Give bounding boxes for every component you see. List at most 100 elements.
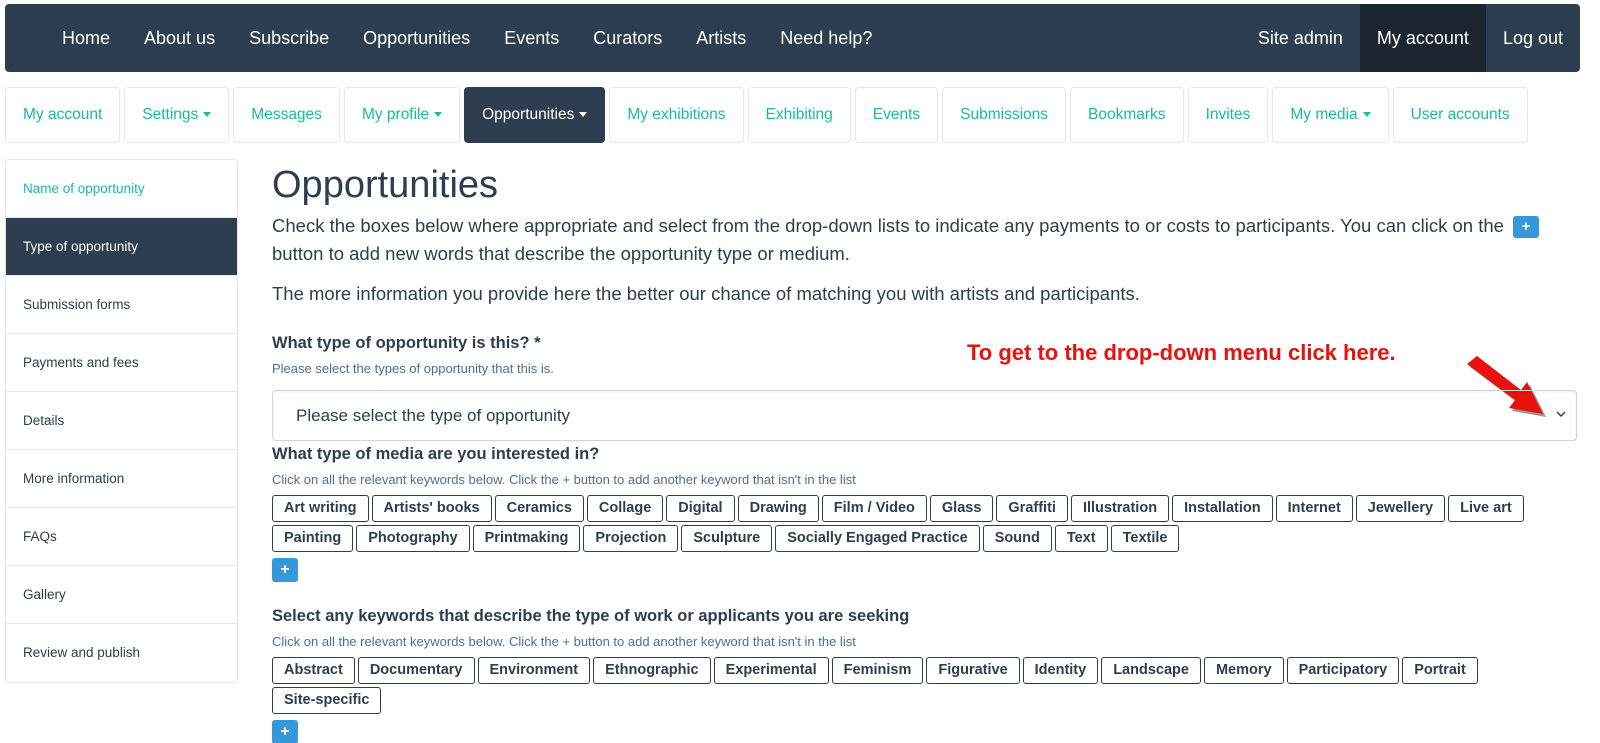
tab-label: My profile: [361, 106, 430, 123]
tab-my-media[interactable]: My media: [1272, 87, 1389, 143]
media-tag[interactable]: Socially Engaged Practice: [775, 525, 980, 552]
nav-opportunities[interactable]: Opportunities: [346, 4, 487, 72]
media-tag[interactable]: Digital: [666, 495, 735, 522]
keyword-tag[interactable]: Abstract: [272, 657, 355, 684]
nav-events[interactable]: Events: [487, 4, 576, 72]
media-tag[interactable]: Illustration: [1070, 495, 1170, 522]
page-title: Opportunities: [272, 164, 499, 206]
sidebar-item-gallery[interactable]: Gallery: [6, 566, 237, 624]
media-tag[interactable]: Artists' books: [371, 495, 492, 522]
sidebar-item-more-information[interactable]: More information: [6, 450, 237, 508]
media-tag[interactable]: Installation: [1172, 495, 1273, 522]
tab-user-accounts[interactable]: User accounts: [1392, 87, 1528, 143]
tab-label: My media: [1290, 106, 1358, 123]
account-tabs: My account Settings Messages My profile …: [5, 87, 1532, 143]
add-media-keyword-button[interactable]: +: [272, 558, 298, 582]
media-tag[interactable]: Text: [1054, 525, 1108, 552]
sidebar-item-payments-and-fees[interactable]: Payments and fees: [6, 334, 237, 392]
sidebar-item-submission-forms[interactable]: Submission forms: [6, 276, 237, 334]
tab-my-account[interactable]: My account: [5, 87, 121, 143]
intro-text: Check the boxes below where appropriate …: [272, 212, 1572, 268]
keywords-question-block: Select any keywords that describe the ty…: [272, 607, 1582, 743]
nav-my-account[interactable]: My account: [1359, 4, 1486, 72]
tab-opportunities[interactable]: Opportunities: [464, 87, 606, 143]
opportunity-type-select[interactable]: Please select the type of opportunity: [272, 390, 1577, 441]
tab-label: Settings: [142, 106, 199, 123]
intro-text-secondary: The more information you provide here th…: [272, 283, 1140, 304]
tab-settings[interactable]: Settings: [124, 87, 230, 143]
keywords-question-label: Select any keywords that describe the ty…: [272, 607, 910, 625]
keyword-tag[interactable]: Portrait: [1402, 657, 1478, 684]
sidebar-item-details[interactable]: Details: [6, 392, 237, 450]
nav-curators[interactable]: Curators: [576, 4, 679, 72]
nav-site-admin[interactable]: Site admin: [1241, 4, 1360, 72]
tab-messages[interactable]: Messages: [233, 87, 340, 143]
top-nav-left: Home About us Subscribe Opportunities Ev…: [45, 4, 889, 72]
nav-home[interactable]: Home: [45, 4, 127, 72]
media-tag[interactable]: Ceramics: [494, 495, 584, 522]
caret-down-icon: [1362, 112, 1371, 118]
media-tag[interactable]: Painting: [272, 525, 354, 552]
tab-events[interactable]: Events: [854, 87, 939, 143]
tab-bookmarks[interactable]: Bookmarks: [1070, 87, 1184, 143]
media-tag[interactable]: Drawing: [737, 495, 819, 522]
tab-invites[interactable]: Invites: [1187, 87, 1269, 143]
media-tag[interactable]: Internet: [1275, 495, 1353, 522]
media-question-block: What type of media are you interested in…: [272, 445, 1582, 582]
media-tag[interactable]: Printmaking: [472, 525, 581, 552]
nav-artists[interactable]: Artists: [679, 4, 763, 72]
keyword-tags: Abstract Documentary Environment Ethnogr…: [272, 657, 1582, 717]
keyword-tag[interactable]: Memory: [1203, 657, 1284, 684]
keyword-tag[interactable]: Feminism: [831, 657, 924, 684]
opportunity-steps-sidebar: Name of opportunity Type of opportunity …: [5, 159, 238, 683]
sidebar-item-faqs[interactable]: FAQs: [6, 508, 237, 566]
tab-my-exhibitions[interactable]: My exhibitions: [609, 87, 744, 143]
media-question-help: Click on all the relevant keywords below…: [272, 472, 856, 487]
keyword-tag[interactable]: Ethnographic: [593, 657, 711, 684]
media-tag[interactable]: Collage: [586, 495, 664, 522]
select-value: Please select the type of opportunity: [296, 406, 571, 425]
media-tag[interactable]: Live art: [1448, 495, 1524, 522]
keyword-tag[interactable]: Participatory: [1286, 657, 1400, 684]
keyword-tag[interactable]: Documentary: [357, 657, 475, 684]
tab-label: Events: [872, 106, 921, 123]
intro-text-part2: button to add new words that describe th…: [272, 243, 850, 264]
sidebar-item-type-of-opportunity[interactable]: Type of opportunity: [6, 218, 237, 276]
media-tag[interactable]: Film / Video: [821, 495, 927, 522]
tab-label: Messages: [251, 106, 322, 123]
keyword-tag[interactable]: Identity: [1022, 657, 1099, 684]
keyword-tag[interactable]: Site-specific: [272, 687, 382, 714]
intro-text-part1: Check the boxes below where appropriate …: [272, 215, 1504, 236]
keyword-tag[interactable]: Environment: [477, 657, 591, 684]
tab-label: My account: [23, 106, 103, 123]
keywords-question-help: Click on all the relevant keywords below…: [272, 634, 856, 649]
tab-submissions[interactable]: Submissions: [942, 87, 1067, 143]
keyword-tag[interactable]: Figurative: [926, 657, 1020, 684]
nav-subscribe[interactable]: Subscribe: [232, 4, 346, 72]
caret-down-icon: [434, 112, 443, 118]
sidebar-item-name-of-opportunity[interactable]: Name of opportunity: [6, 160, 237, 218]
media-tag[interactable]: Jewellery: [1355, 495, 1446, 522]
media-tag[interactable]: Projection: [583, 525, 679, 552]
main-content: Opportunities Check the boxes below wher…: [272, 162, 1582, 743]
media-tag[interactable]: Photography: [356, 525, 470, 552]
media-tag[interactable]: Sound: [982, 525, 1052, 552]
tab-my-profile[interactable]: My profile: [343, 87, 461, 143]
media-tag[interactable]: Textile: [1110, 525, 1180, 552]
nav-about-us[interactable]: About us: [127, 4, 232, 72]
top-navbar: Home About us Subscribe Opportunities Ev…: [5, 4, 1580, 72]
keyword-tag[interactable]: Landscape: [1101, 657, 1201, 684]
media-tag[interactable]: Glass: [929, 495, 994, 522]
media-question-label: What type of media are you interested in…: [272, 445, 600, 463]
media-tag[interactable]: Graffiti: [996, 495, 1068, 522]
nav-need-help[interactable]: Need help?: [763, 4, 889, 72]
tab-exhibiting[interactable]: Exhibiting: [747, 87, 851, 143]
keyword-tag[interactable]: Experimental: [713, 657, 829, 684]
nav-log-out[interactable]: Log out: [1486, 4, 1580, 72]
sidebar-item-review-and-publish[interactable]: Review and publish: [6, 624, 237, 682]
tab-label: Invites: [1205, 106, 1251, 123]
add-keyword-button[interactable]: +: [272, 720, 298, 743]
media-tag[interactable]: Sculpture: [681, 525, 773, 552]
media-tags: Art writing Artists' books Ceramics Coll…: [272, 495, 1582, 555]
media-tag[interactable]: Art writing: [272, 495, 369, 522]
